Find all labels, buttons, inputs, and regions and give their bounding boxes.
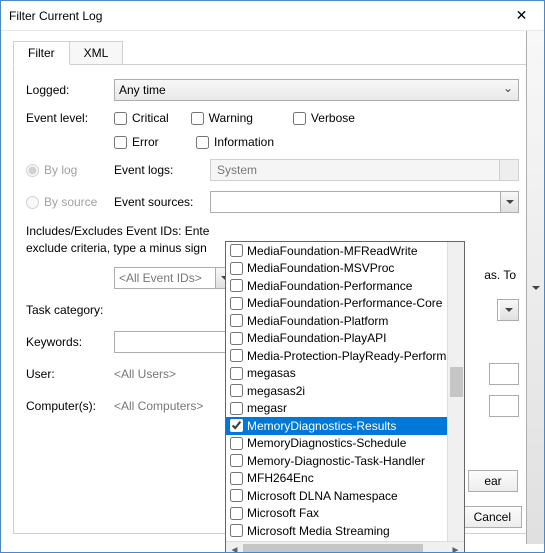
- chevron-down-icon[interactable]: [500, 192, 518, 212]
- list-item-checkbox[interactable]: [230, 489, 243, 502]
- list-item[interactable]: MemoryDiagnostics-Results: [226, 417, 464, 435]
- event-ids-field[interactable]: <All Event IDs>: [114, 267, 234, 289]
- list-item-checkbox[interactable]: [230, 244, 243, 257]
- list-item[interactable]: Microsoft Fax: [226, 505, 464, 523]
- list-item-checkbox[interactable]: [230, 402, 243, 415]
- list-item-label: MediaFoundation-Performance: [247, 279, 412, 293]
- event-level-label: Event level:: [26, 111, 114, 125]
- list-item-label: Memory-Diagnostic-Task-Handler: [247, 454, 425, 468]
- cancel-button[interactable]: Cancel: [463, 506, 522, 528]
- list-item[interactable]: Microsoft Media Streaming: [226, 522, 464, 540]
- list-item-label: MediaFoundation-Platform: [247, 314, 388, 328]
- chevron-down-icon[interactable]: [526, 31, 544, 544]
- list-item-checkbox[interactable]: [230, 279, 243, 292]
- list-item[interactable]: megasas: [226, 365, 464, 383]
- scroll-left-icon[interactable]: ◄: [226, 542, 243, 553]
- vertical-scrollbar[interactable]: [447, 242, 464, 541]
- information-checkbox[interactable]: Information: [196, 135, 274, 149]
- list-item-label: MediaFoundation-PlayAPI: [247, 331, 386, 345]
- computers-label: Computer(s):: [26, 399, 114, 413]
- list-item-label: megasr: [247, 401, 287, 415]
- list-item-checkbox[interactable]: [230, 524, 243, 537]
- list-item-checkbox[interactable]: [230, 332, 243, 345]
- list-item-label: Microsoft DLNA Namespace: [247, 489, 398, 503]
- list-item-checkbox[interactable]: [230, 472, 243, 485]
- keywords-field[interactable]: [114, 331, 234, 353]
- user-field[interactable]: <All Users>: [114, 367, 234, 381]
- list-item[interactable]: MediaFoundation-MFReadWrite: [226, 242, 464, 260]
- dialog-window: Filter Current Log ✕ Filter XML Logged: …: [0, 0, 545, 553]
- list-item[interactable]: MediaFoundation-Performance: [226, 277, 464, 295]
- list-item[interactable]: Microsoft DLNA Namespace: [226, 487, 464, 505]
- list-item[interactable]: MediaFoundation-Platform: [226, 312, 464, 330]
- by-log-radio: By log: [26, 163, 114, 177]
- list-item[interactable]: MediaFoundation-PlayAPI: [226, 330, 464, 348]
- list-item-label: megasas: [247, 366, 296, 380]
- scrollbar-thumb[interactable]: [243, 544, 423, 553]
- list-item-checkbox[interactable]: [230, 349, 243, 362]
- list-item-label: MemoryDiagnostics-Schedule: [247, 436, 406, 450]
- include-exclude-description-end: as. To: [484, 268, 516, 282]
- event-sources-label: Event sources:: [114, 195, 210, 209]
- list-item[interactable]: Memory-Diagnostic-Task-Handler: [226, 452, 464, 470]
- event-sources-dropdown[interactable]: [210, 191, 519, 213]
- scroll-right-icon[interactable]: ►: [447, 542, 464, 553]
- list-item-checkbox[interactable]: [230, 297, 243, 310]
- list-item-label: Microsoft Fax: [247, 506, 319, 520]
- verbose-checkbox[interactable]: Verbose: [293, 111, 355, 125]
- task-category-label: Task category:: [26, 303, 114, 317]
- window-title: Filter Current Log: [9, 9, 102, 23]
- event-logs-label: Event logs:: [114, 163, 210, 177]
- error-checkbox[interactable]: Error: [114, 135, 174, 149]
- tab-strip: Filter XML: [13, 41, 532, 65]
- warning-checkbox[interactable]: Warning: [191, 111, 253, 125]
- list-item-label: megasas2i: [247, 384, 305, 398]
- list-item-label: MemoryDiagnostics-Results: [247, 419, 396, 433]
- list-item[interactable]: MediaFoundation-MSVProc: [226, 260, 464, 278]
- list-item-checkbox[interactable]: [230, 262, 243, 275]
- list-item-checkbox[interactable]: [230, 454, 243, 467]
- keywords-label: Keywords:: [26, 335, 114, 349]
- event-logs-dropdown: System: [210, 159, 519, 181]
- list-item-label: MediaFoundation-MSVProc: [247, 261, 394, 275]
- titlebar: Filter Current Log ✕: [1, 1, 544, 31]
- critical-checkbox[interactable]: Critical: [114, 111, 169, 125]
- list-item-checkbox[interactable]: [230, 507, 243, 520]
- list-item-checkbox[interactable]: [230, 367, 243, 380]
- user-extra-field[interactable]: [489, 363, 519, 385]
- horizontal-scrollbar[interactable]: ◄ ►: [226, 541, 464, 553]
- list-item-checkbox[interactable]: [230, 314, 243, 327]
- list-item[interactable]: Media-Protection-PlayReady-Performance: [226, 347, 464, 365]
- logged-label: Logged:: [26, 83, 114, 97]
- user-label: User:: [26, 367, 114, 381]
- close-icon[interactable]: ✕: [499, 1, 544, 30]
- dialog-content: Filter XML Logged: Any time Event level:: [1, 31, 544, 544]
- list-item-label: MediaFoundation-MFReadWrite: [247, 244, 418, 258]
- scrollbar-thumb[interactable]: [450, 367, 463, 397]
- tab-xml[interactable]: XML: [70, 41, 124, 65]
- list-item[interactable]: MediaFoundation-Performance-Core: [226, 295, 464, 313]
- list-item[interactable]: megasr: [226, 400, 464, 418]
- task-category-dd-button[interactable]: [497, 299, 519, 321]
- list-item-label: MFH264Enc: [247, 471, 314, 485]
- list-item-label: MediaFoundation-Performance-Core: [247, 296, 442, 310]
- list-item[interactable]: MemoryDiagnostics-Schedule: [226, 435, 464, 453]
- list-item[interactable]: MFH264Enc: [226, 470, 464, 488]
- list-item-checkbox[interactable]: [230, 384, 243, 397]
- list-item[interactable]: megasas2i: [226, 382, 464, 400]
- list-item-label: Media-Protection-PlayReady-Performance: [247, 349, 464, 363]
- list-item-label: Microsoft Media Streaming: [247, 524, 390, 538]
- list-item-checkbox[interactable]: [230, 437, 243, 450]
- event-sources-listbox[interactable]: MediaFoundation-MFReadWrite MediaFoundati…: [225, 241, 465, 553]
- logged-dropdown[interactable]: Any time: [114, 79, 519, 101]
- computers-extra-field[interactable]: [489, 395, 519, 417]
- clear-button[interactable]: ear: [468, 470, 518, 492]
- tab-filter[interactable]: Filter: [13, 41, 70, 65]
- list-item-checkbox[interactable]: [230, 419, 243, 432]
- computers-field[interactable]: <All Computers>: [114, 399, 234, 413]
- by-source-radio: By source: [26, 195, 114, 209]
